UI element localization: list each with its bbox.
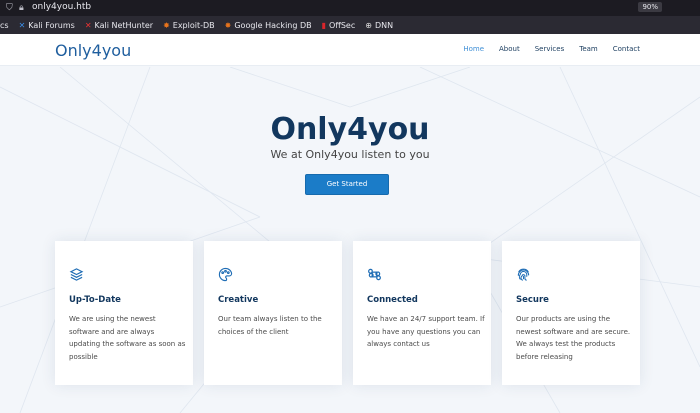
- bookmark-label: Exploit-DB: [172, 20, 215, 30]
- url-bar[interactable]: only4you.htb: [32, 2, 91, 12]
- feature-text: Our team always listen to the choices of…: [218, 315, 322, 336]
- bookmark-offsec[interactable]: ▮ OffSec: [322, 21, 356, 30]
- feature-title: Secure: [516, 295, 549, 305]
- nav-services[interactable]: Services: [535, 45, 565, 53]
- bookmark-kali-nethunter[interactable]: ✕ Kali NetHunter: [85, 21, 153, 30]
- kali-icon: ✕: [84, 20, 92, 30]
- offsec-icon: ▮: [321, 20, 327, 30]
- bookmark-kali-forums[interactable]: ✕ Kali Forums: [19, 21, 75, 30]
- feature-title: Connected: [367, 295, 418, 305]
- bookmark-label: cs: [0, 20, 9, 30]
- feature-text: Our products are using the newest softwa…: [516, 315, 631, 361]
- nav-about[interactable]: About: [499, 45, 520, 53]
- globe-icon: ⊕: [365, 20, 372, 30]
- bookmark-label: OffSec: [329, 20, 356, 30]
- exploit-db-icon: ✸: [224, 20, 232, 30]
- site-logo[interactable]: Only4you: [55, 41, 131, 60]
- nav-home[interactable]: Home: [463, 45, 484, 53]
- hero-title: Only4you: [270, 112, 430, 147]
- feature-card: Connected We have an 24/7 support team. …: [353, 241, 491, 385]
- feature-card: Up-To-Date We are using the newest softw…: [55, 241, 193, 385]
- feature-card: Secure Our products are using the newest…: [502, 241, 640, 385]
- kali-icon: ✕: [18, 20, 26, 30]
- hero-section: Only4you We at Only4you listen to you Ge…: [0, 67, 700, 413]
- lock-icon[interactable]: 🔒︎: [19, 2, 24, 13]
- nav-contact[interactable]: Contact: [613, 45, 640, 53]
- main-nav: Home About Services Team Contact: [463, 45, 640, 53]
- exploit-db-icon: ✸: [163, 20, 170, 30]
- zoom-level[interactable]: 90%: [638, 2, 662, 12]
- feature-card: Creative Our team always listen to the c…: [204, 241, 342, 385]
- get-started-button[interactable]: Get Started: [305, 174, 389, 195]
- nav-team[interactable]: Team: [579, 45, 598, 53]
- feature-text: We are using the newest software and are…: [69, 315, 186, 361]
- bookmark-google-hacking-db[interactable]: ✸ Google Hacking DB: [225, 21, 312, 30]
- bookmark-label: Kali NetHunter: [94, 20, 154, 30]
- bookmark-docs[interactable]: cs: [0, 21, 9, 30]
- bookmark-label: Kali Forums: [28, 20, 75, 30]
- bookmark-label: Google Hacking DB: [234, 20, 312, 30]
- browser-toolbar: ⛉ 🔒︎ only4you.htb 90%: [0, 0, 700, 16]
- bookmarks-bar: cs ✕ Kali Forums ✕ Kali NetHunter ✸ Exploit…: [0, 16, 700, 34]
- feature-title: Creative: [218, 295, 259, 305]
- site-header: Only4you Home About Services Team Contac…: [0, 34, 700, 66]
- feature-text: We have an 24/7 support team. If you hav…: [367, 315, 485, 348]
- feature-title: Up-To-Date: [69, 295, 121, 305]
- bookmark-label: DNN: [374, 20, 394, 30]
- bookmark-exploit-db[interactable]: ✸ Exploit-DB: [163, 21, 215, 30]
- bookmark-dnn[interactable]: ⊕ DNN: [365, 21, 393, 30]
- hero-subtitle: We at Only4you listen to you: [270, 148, 430, 161]
- shield-icon[interactable]: ⛉: [6, 2, 13, 13]
